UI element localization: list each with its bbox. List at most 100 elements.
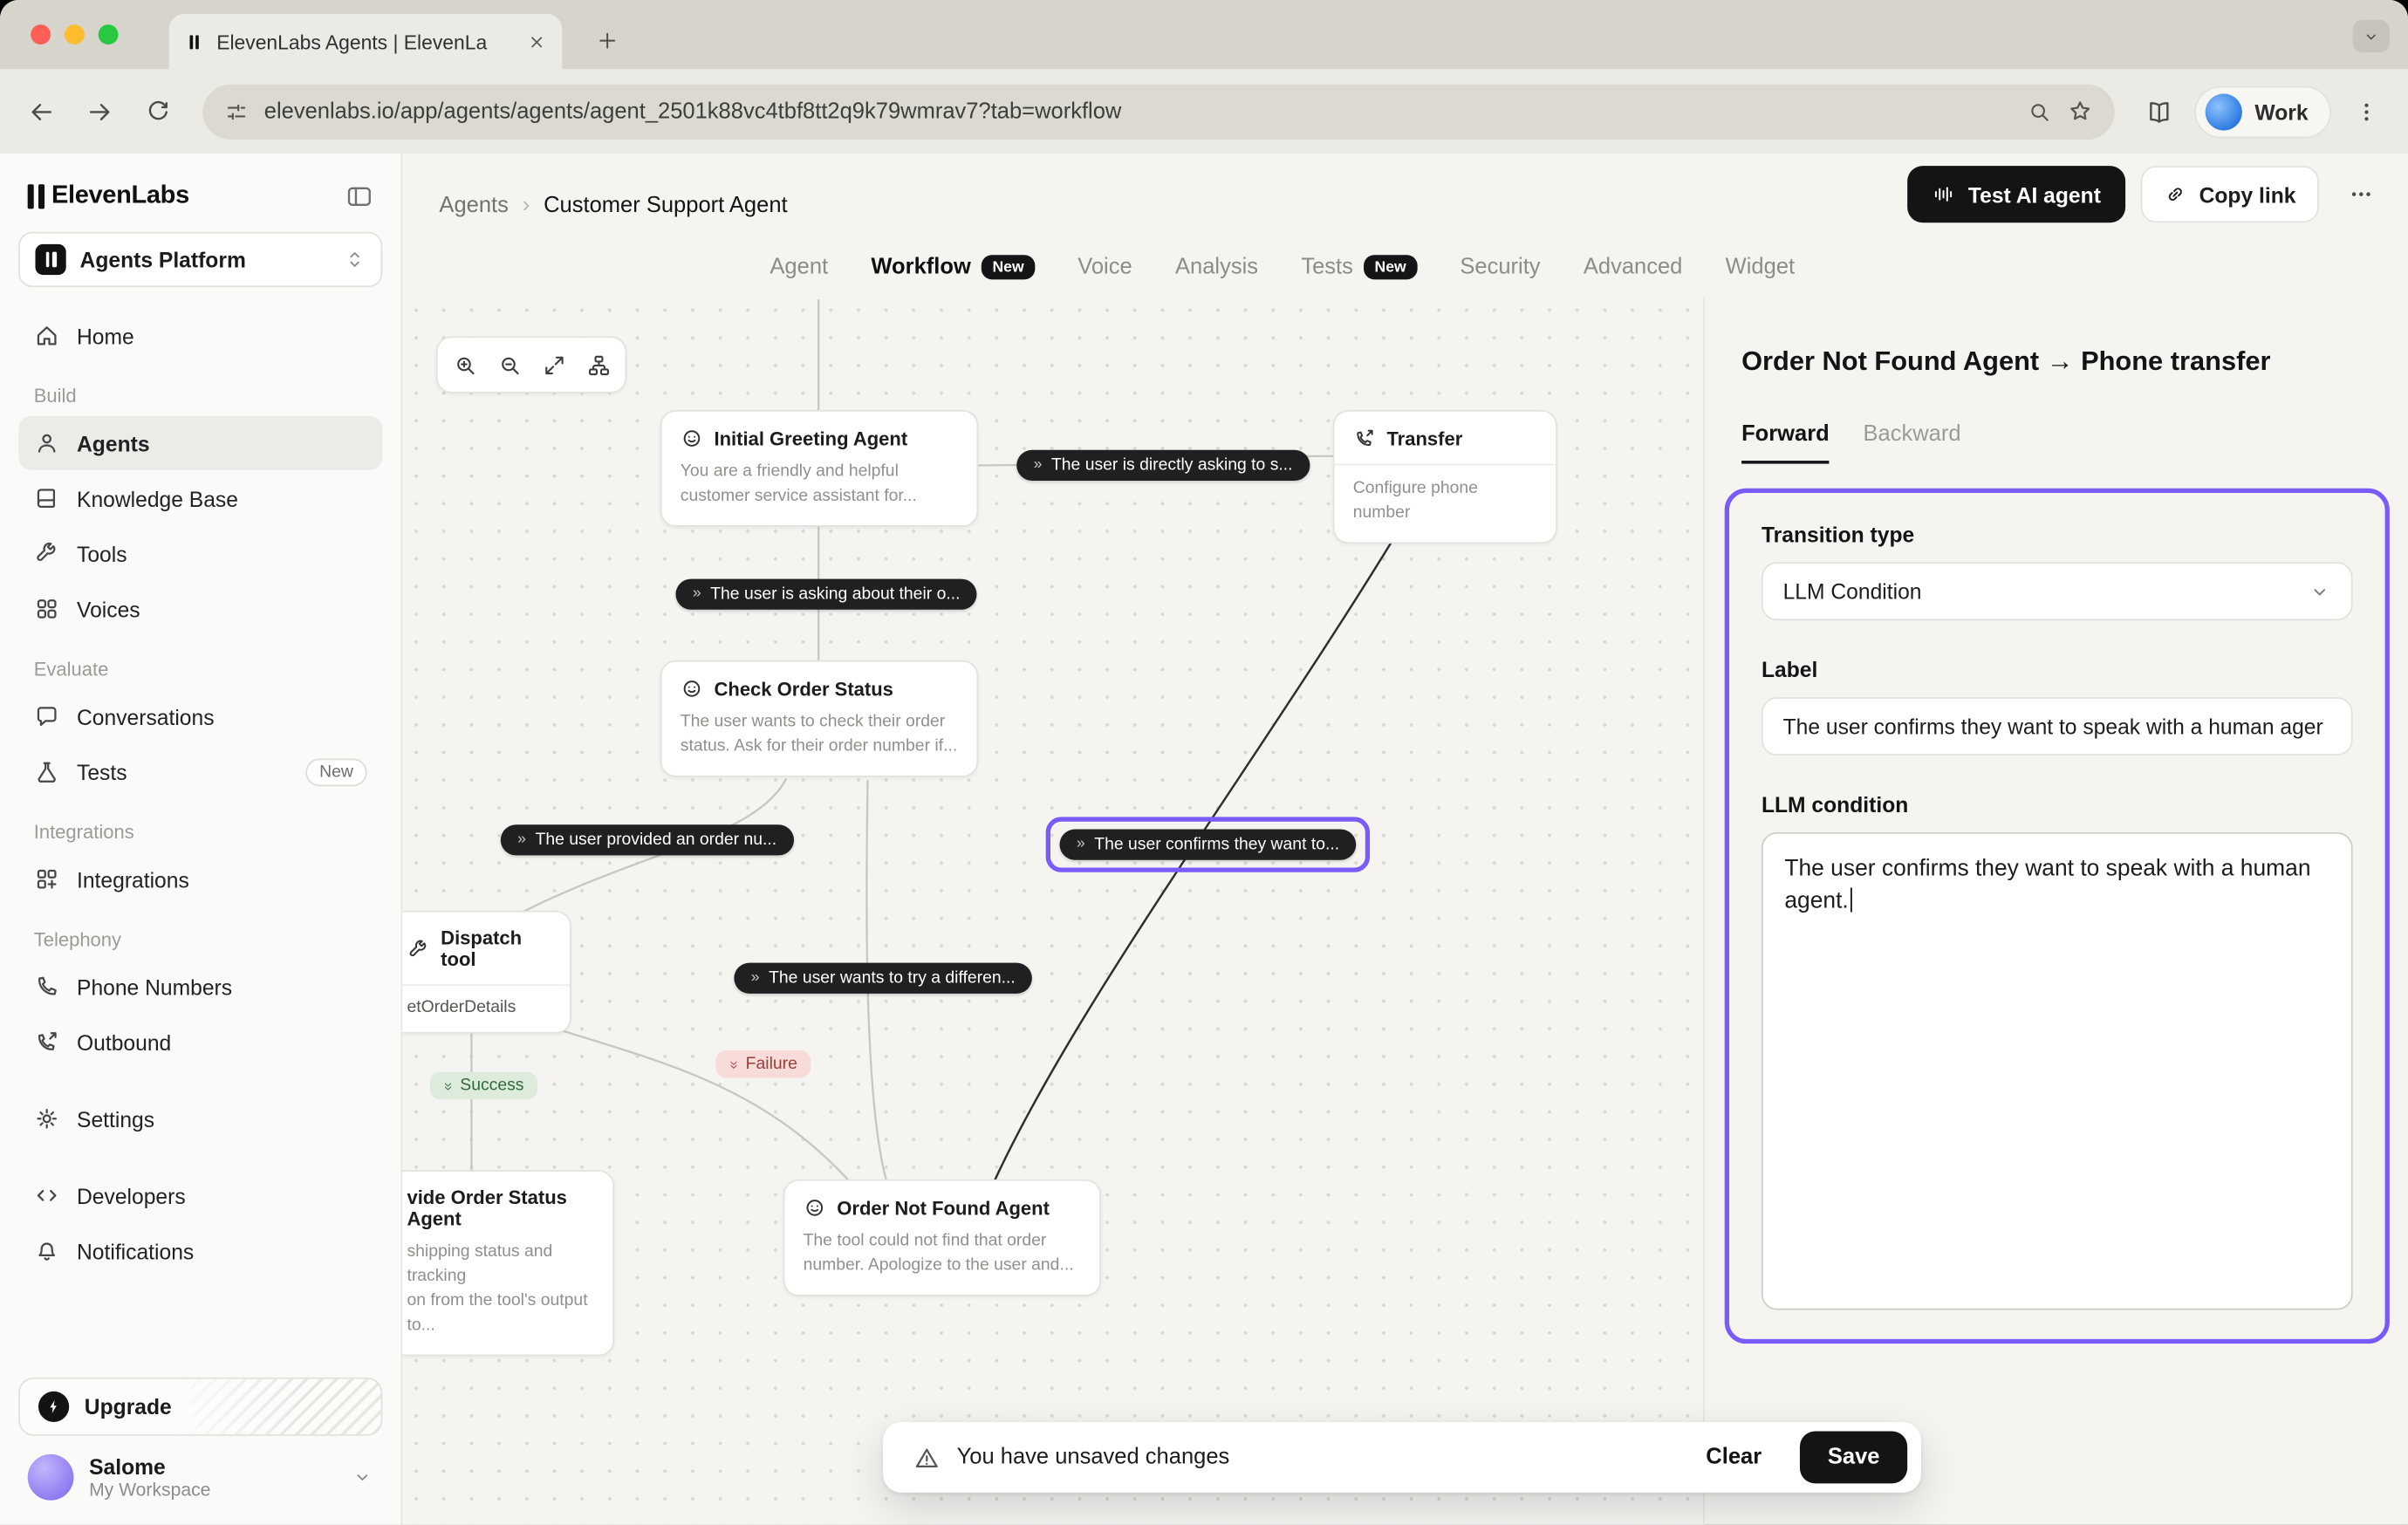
upgrade-button[interactable]: Upgrade <box>18 1378 382 1436</box>
reload-icon <box>144 98 172 126</box>
profile-label: Work <box>2254 99 2308 124</box>
sidebar-item-label: Conversations <box>77 704 215 728</box>
sidebar-item-tests[interactable]: Tests New <box>18 745 382 799</box>
reload-button[interactable] <box>135 88 181 134</box>
transition-type-label: Transition type <box>1762 522 2353 546</box>
expand-icon <box>541 352 565 377</box>
section-label-integrations: Integrations <box>34 822 367 844</box>
browser-menu-button[interactable] <box>2343 88 2390 134</box>
workspace-user-button[interactable]: Salome My Workspace <box>18 1436 382 1510</box>
collapse-sidebar-button[interactable] <box>345 182 373 210</box>
url-text[interactable]: elevenlabs.io/app/agents/agents/agent_25… <box>264 99 2013 124</box>
close-window-button[interactable] <box>31 24 51 44</box>
window-controls <box>31 24 118 44</box>
label-field-label: Label <box>1762 657 2353 681</box>
sidebar-item-settings[interactable]: Settings <box>18 1092 382 1146</box>
sidebar-item-notifications[interactable]: Notifications <box>18 1224 382 1278</box>
node-dispatch-tool[interactable]: Dispatch tool etOrderDetails <box>402 911 571 1034</box>
tab-forward[interactable]: Forward <box>1741 422 1830 464</box>
browser-tab[interactable]: ElevenLabs Agents | ElevenLa <box>169 14 563 69</box>
auto-layout-button[interactable] <box>578 344 619 386</box>
elevenlabs-logo[interactable]: ElevenLabs <box>28 181 189 210</box>
sidebar-item-developers[interactable]: Developers <box>18 1169 382 1223</box>
panel-tabs: Forward Backward <box>1741 422 1960 464</box>
more-actions-button[interactable] <box>2335 168 2387 221</box>
sidebar-item-tools[interactable]: Tools <box>18 527 382 581</box>
code-icon <box>34 1182 60 1208</box>
zoom-in-button[interactable] <box>444 344 486 386</box>
panel-title: Order Not Found Agent → Phone transfer <box>1741 345 2384 378</box>
sidebar-item-conversations[interactable]: Conversations <box>18 689 382 743</box>
tab-backward[interactable]: Backward <box>1863 422 1960 464</box>
edge-label-try-different[interactable]: »The user wants to try a differen... <box>734 963 1032 994</box>
edge-label-directly-asking[interactable]: »The user is directly asking to s... <box>1016 450 1310 481</box>
chevron-down-icon <box>2362 27 2380 45</box>
reading-list-icon <box>2145 98 2173 126</box>
browser-profile-button[interactable]: Work <box>2195 85 2331 138</box>
sidebar-item-label: Voices <box>77 597 140 621</box>
upgrade-label: Upgrade <box>85 1394 172 1419</box>
unsaved-changes-toast: You have unsaved changes Clear Save <box>883 1422 1921 1493</box>
node-initial-greeting-agent[interactable]: Initial Greeting Agent You are a friendl… <box>660 410 978 527</box>
save-button[interactable]: Save <box>1800 1432 1907 1484</box>
arrow-right-icon <box>86 98 114 126</box>
breadcrumb-agents[interactable]: Agents <box>439 194 508 218</box>
person-icon <box>34 430 60 456</box>
llm-condition-textarea[interactable]: The user confirms they want to speak wit… <box>1762 832 2353 1310</box>
sidebar-item-agents[interactable]: Agents <box>18 416 382 470</box>
elevenlabs-favicon <box>184 31 204 51</box>
maximize-window-button[interactable] <box>99 24 119 44</box>
zoom-out-button[interactable] <box>489 344 530 386</box>
tab-widget[interactable]: Widget <box>1726 255 1795 279</box>
tab-analysis[interactable]: Analysis <box>1175 255 1258 279</box>
copy-link-button[interactable]: Copy link <box>2141 166 2319 222</box>
workflow-canvas[interactable]: Initial Greeting Agent You are a friendl… <box>402 297 1705 1525</box>
new-badge: New <box>305 758 366 786</box>
bookmark-star-icon[interactable] <box>2068 99 2094 125</box>
tab-tests[interactable]: TestsNew <box>1301 255 1417 279</box>
user-name: Salome <box>89 1454 210 1479</box>
tab-voice[interactable]: Voice <box>1077 255 1132 279</box>
site-settings-icon[interactable] <box>224 99 249 124</box>
llm-condition-label: LLM condition <box>1762 792 2353 817</box>
blocks-icon <box>34 866 60 892</box>
sidebar-item-home[interactable]: Home <box>18 309 382 363</box>
test-ai-agent-button[interactable]: Test AI agent <box>1907 166 2126 222</box>
node-provide-order-status-agent[interactable]: vide Order Status Agent shipping status … <box>402 1170 614 1356</box>
transition-type-select[interactable]: LLM Condition <box>1762 562 2353 620</box>
edge-label-failure[interactable]: »Failure <box>715 1050 811 1078</box>
address-bar[interactable]: elevenlabs.io/app/agents/agents/agent_25… <box>202 84 2115 139</box>
edge-label-asking-about-order[interactable]: »The user is asking about their o... <box>675 579 976 610</box>
edge-label-success[interactable]: »Success <box>430 1072 537 1100</box>
sidebar-item-knowledge-base[interactable]: Knowledge Base <box>18 471 382 525</box>
fit-view-button[interactable] <box>533 344 575 386</box>
forward-button[interactable] <box>77 88 123 134</box>
label-input[interactable]: The user confirms they want to speak wit… <box>1762 697 2353 756</box>
tab-agent[interactable]: Agent <box>770 255 828 279</box>
new-tab-button[interactable] <box>584 17 630 63</box>
warning-icon <box>913 1444 940 1470</box>
back-button[interactable] <box>18 88 65 134</box>
clear-button[interactable]: Clear <box>1685 1433 1783 1481</box>
selected-edge-label[interactable]: »The user confirms they want to... <box>1046 817 1371 872</box>
tab-title: ElevenLabs Agents | ElevenLa <box>216 30 514 52</box>
section-label-evaluate: Evaluate <box>34 659 367 680</box>
minimize-window-button[interactable] <box>65 24 85 44</box>
node-transfer[interactable]: Transfer Configure phone number <box>1333 410 1557 544</box>
sidebar-item-phone-numbers[interactable]: Phone Numbers <box>18 960 382 1014</box>
node-order-not-found-agent[interactable]: Order Not Found Agent The tool could not… <box>783 1180 1101 1296</box>
sidebar-item-outbound[interactable]: Outbound <box>18 1015 382 1069</box>
sidebar-item-integrations[interactable]: Integrations <box>18 852 382 906</box>
reading-list-button[interactable] <box>2137 88 2183 134</box>
tab-search-button[interactable] <box>2353 20 2390 52</box>
gear-icon <box>34 1105 60 1132</box>
tab-workflow[interactable]: WorkflowNew <box>871 255 1035 279</box>
zoom-icon[interactable] <box>2028 99 2052 124</box>
close-tab-icon[interactable] <box>527 31 547 51</box>
sidebar-item-voices[interactable]: Voices <box>18 582 382 636</box>
tab-security[interactable]: Security <box>1460 255 1540 279</box>
node-check-order-status[interactable]: Check Order Status The user wants to che… <box>660 660 978 777</box>
tab-advanced[interactable]: Advanced <box>1584 255 1683 279</box>
edge-label-provided-order-number[interactable]: »The user provided an order nu... <box>501 824 794 855</box>
edge-label-confirms-human[interactable]: »The user confirms they want to... <box>1060 830 1357 860</box>
